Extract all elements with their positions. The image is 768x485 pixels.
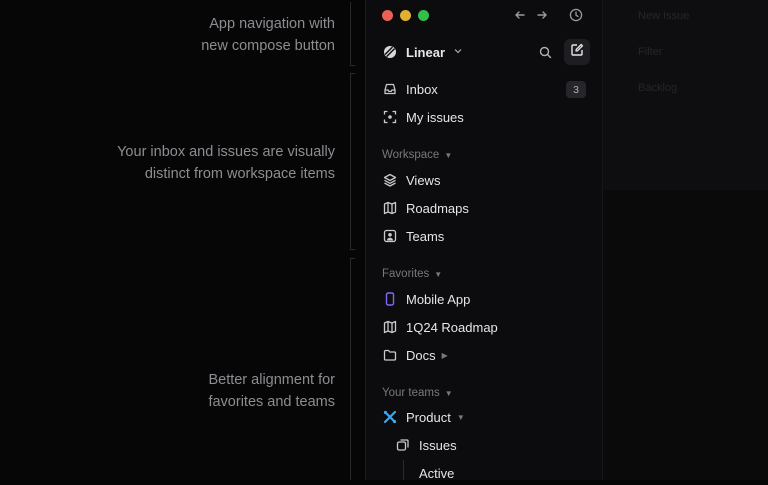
search-icon[interactable] [536, 43, 554, 61]
map-icon [383, 320, 397, 334]
sidebar: Linear Inbox 3 My issues Workspace ▼ View… [365, 0, 603, 481]
chevron-down-icon [453, 43, 463, 61]
section-title: Your teams [382, 387, 440, 399]
bracket-navigation [350, 2, 351, 65]
sidebar-item-1q24-roadmap[interactable]: 1Q24 Roadmap [383, 315, 498, 339]
product-team-icon [383, 410, 397, 424]
bracket-inbox-issues [350, 73, 351, 249]
sidebar-item-label: 1Q24 Roadmap [406, 319, 498, 335]
sidebar-item-label: Roadmaps [406, 200, 469, 216]
workspace-name: Linear [406, 44, 446, 60]
section-workspace[interactable]: Workspace ▼ [382, 149, 452, 161]
background-card [602, 0, 768, 190]
section-favorites[interactable]: Favorites ▼ [382, 268, 442, 280]
sidebar-item-roadmaps[interactable]: Roadmaps [383, 196, 469, 220]
arrow-right-icon[interactable] [533, 6, 551, 24]
annotation-alignment: Better alignment for favorites and teams [208, 372, 335, 410]
sidebar-item-inbox[interactable]: Inbox [383, 77, 438, 101]
minimize-window-button[interactable] [400, 10, 411, 21]
tree-guide-line [403, 460, 404, 480]
annotation-navigation: App navigation with new compose button [201, 16, 335, 54]
bracket-alignment [350, 258, 351, 480]
target-icon [383, 110, 397, 124]
close-window-button[interactable] [382, 10, 393, 21]
phone-icon [383, 292, 397, 306]
folder-icon [383, 348, 397, 362]
sidebar-item-mobile-app[interactable]: Mobile App [383, 287, 470, 311]
background-text: Filter [638, 46, 663, 58]
workspace-logo-icon [383, 45, 397, 59]
annotation-inbox-issues: Your inbox and issues are visually disti… [117, 144, 335, 182]
clock-icon[interactable] [567, 6, 585, 24]
compose-button[interactable] [564, 39, 590, 65]
sidebar-item-label: Teams [406, 228, 445, 244]
sidebar-item-label: Docs [406, 347, 436, 363]
map-icon [383, 201, 397, 215]
sidebar-item-label: Views [406, 172, 441, 188]
caret-right-icon: ▶ [441, 350, 448, 360]
caret-down-icon: ▼ [456, 412, 465, 422]
bracket-inbox-issues-end [350, 73, 355, 74]
section-title: Workspace [382, 149, 440, 161]
background-panel: New Issue Filter Backlog [602, 0, 768, 480]
sidebar-item-label: Mobile App [406, 291, 471, 307]
sidebar-item-my-issues[interactable]: My issues [383, 105, 464, 129]
bracket-navigation-end [350, 65, 355, 66]
sidebar-item-docs[interactable]: Docs ▶ [383, 343, 448, 367]
caret-down-icon: ▼ [434, 269, 443, 279]
inbox-count-badge: 3 [566, 81, 586, 98]
workspace-switcher[interactable]: Linear [383, 40, 463, 64]
sidebar-item-issues[interactable]: Issues [396, 433, 457, 457]
background-text: New Issue [638, 10, 690, 22]
sidebar-item-views[interactable]: Views [383, 168, 440, 192]
issues-icon [396, 438, 410, 452]
sidebar-item-active[interactable]: Active [419, 461, 454, 485]
zoom-window-button[interactable] [418, 10, 429, 21]
bracket-alignment-start [350, 258, 355, 259]
section-title: Favorites [382, 268, 430, 280]
inbox-icon [383, 82, 397, 96]
sidebar-item-label: Inbox [406, 81, 438, 97]
arrow-left-icon[interactable] [511, 6, 529, 24]
sidebar-item-label: Active [419, 465, 455, 481]
person-square-icon [383, 229, 397, 243]
compose-icon [570, 43, 584, 62]
sidebar-item-label: My issues [406, 109, 464, 125]
sidebar-item-product[interactable]: Product ▼ [383, 405, 465, 429]
sidebar-item-teams[interactable]: Teams [383, 224, 444, 248]
layers-icon [383, 173, 397, 187]
sidebar-item-label: Product [406, 409, 451, 425]
caret-down-icon: ▼ [444, 388, 453, 398]
sidebar-item-label: Issues [419, 437, 457, 453]
background-text: Backlog [638, 82, 678, 94]
bracket-inbox-issues-end [350, 249, 355, 250]
section-your-teams[interactable]: Your teams ▼ [382, 387, 453, 399]
caret-down-icon: ▼ [444, 150, 453, 160]
